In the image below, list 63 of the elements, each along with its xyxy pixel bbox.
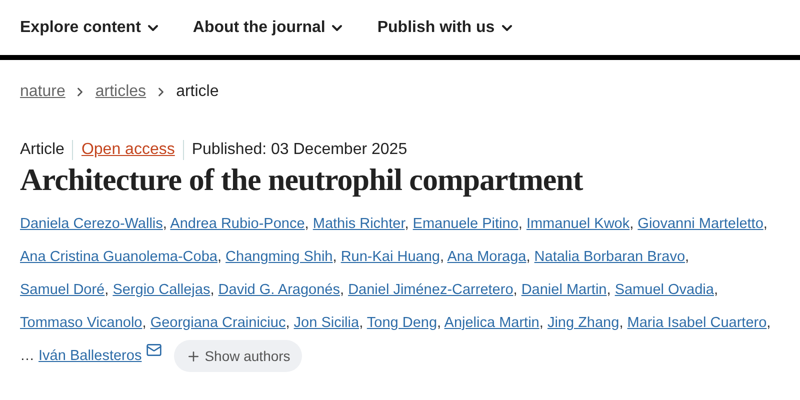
comma: , [630, 216, 634, 232]
author-link[interactable]: Immanuel Kwok [526, 216, 630, 232]
author-link[interactable]: Georgiana Crainiciuc [150, 315, 286, 331]
author-link[interactable]: Changming Shih [226, 249, 333, 265]
comma: , [340, 282, 344, 298]
comma: , [142, 315, 146, 331]
author-link[interactable]: Tong Deng [366, 315, 438, 331]
author-link[interactable]: Emanuele Pitino [412, 216, 518, 232]
author-link[interactable]: David G. Aragonés [218, 282, 340, 298]
nav-menu-button[interactable]: About the journal [192, 16, 346, 40]
article-type: Article [20, 140, 64, 160]
comma: , [286, 315, 290, 331]
comma: , [104, 282, 109, 298]
author-link[interactable]: Tommaso Vicanolo [20, 315, 142, 331]
comma: , [217, 249, 222, 265]
nav-menu-button[interactable]: Publish with us [377, 16, 515, 40]
comma: , [619, 315, 624, 331]
comma: , [440, 249, 444, 265]
comma: , [526, 249, 530, 265]
comma: , [606, 282, 611, 298]
author-link[interactable]: Jing Zhang [547, 315, 620, 331]
breadcrumb-current: article [176, 82, 219, 102]
article-title: Architecture of the neutrophil compartment [19, 162, 584, 198]
comma: , [539, 315, 544, 331]
author-link[interactable]: Mathis Richter [312, 216, 405, 232]
author-link[interactable]: Run-Kai Huang [340, 249, 440, 265]
author-link[interactable]: Andrea Rubio-Ponce [170, 216, 305, 232]
author-link[interactable]: Samuel Doré [20, 282, 105, 298]
comma: , [685, 249, 690, 265]
author-link[interactable]: Anjelica Martin [444, 315, 540, 331]
mail-icon[interactable] [146, 342, 162, 358]
author-link[interactable]: Daniel Martin [521, 282, 607, 298]
author-link[interactable]: Giovanni Marteletto [638, 216, 764, 232]
author-link[interactable]: Jon Sicilia [294, 315, 360, 331]
comma: , [210, 282, 214, 298]
comma: , [437, 315, 442, 331]
plus-icon [186, 348, 201, 364]
open-access-link[interactable]: Open access [81, 138, 175, 162]
author-link[interactable]: Sergio Callejas [112, 282, 210, 298]
published-date: Published: 03 December 2025 [192, 140, 408, 160]
comma: , [162, 216, 167, 232]
author-link[interactable]: Maria Isabel Cuartero [627, 315, 767, 331]
breadcrumb-link[interactable]: nature [20, 80, 66, 104]
comma: , [766, 315, 771, 331]
breadcrumb-link[interactable]: articles [95, 80, 146, 104]
comma: , [714, 282, 718, 298]
author-link[interactable]: Samuel Ovadia [614, 282, 714, 298]
comma: , [404, 216, 409, 232]
comma: , [518, 216, 522, 232]
author-link[interactable]: Daniela Cerezo-Wallis [20, 216, 163, 232]
comma: , [359, 315, 364, 331]
author-link[interactable]: Ana Moraga [447, 249, 526, 265]
ellipsis: … [20, 348, 34, 364]
author-link[interactable]: Ana Cristina Guanolema-Coba [20, 249, 218, 265]
nav-menu-button[interactable]: Explore content [20, 16, 161, 40]
comma: , [763, 216, 768, 232]
author-link[interactable]: Natalia Borbaran Bravo [534, 249, 686, 265]
comma: , [513, 282, 518, 298]
author-link[interactable]: Iván Ballesteros [38, 348, 142, 364]
comma: , [332, 249, 337, 265]
author-link[interactable]: Daniel Jiménez-Carretero [348, 282, 514, 298]
comma: , [304, 216, 309, 232]
show-authors-button[interactable]: Show authors [174, 340, 302, 372]
